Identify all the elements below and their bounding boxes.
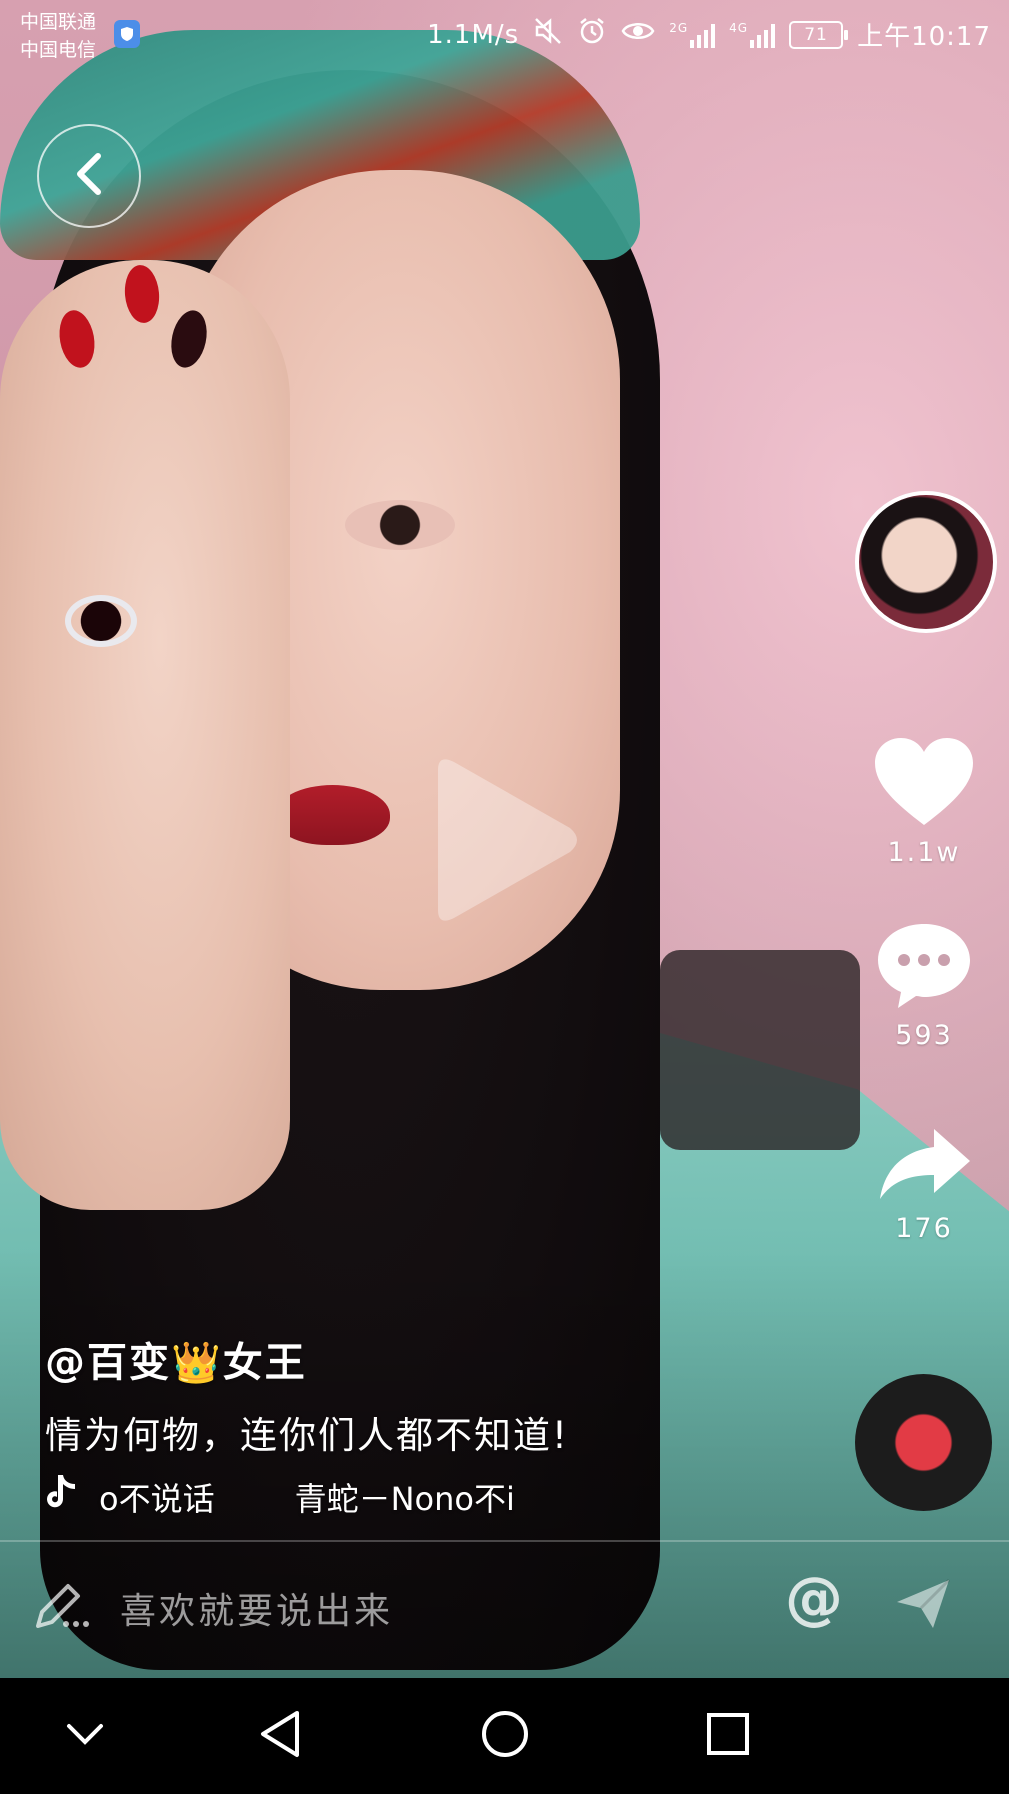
carrier-secondary: 中国电信	[20, 39, 97, 61]
network-type-2: 4G	[729, 20, 749, 35]
send-button[interactable]	[893, 1576, 953, 1636]
author-avatar[interactable]	[855, 491, 997, 633]
video-description: 情为何物，连你们人都不知道!	[45, 1414, 569, 1457]
like-button[interactable]: 1.1w	[862, 735, 986, 868]
back-button[interactable]	[37, 124, 141, 228]
carrier-primary: 中国联通	[20, 11, 97, 33]
shield-icon	[114, 20, 140, 48]
comment-count: 593	[895, 1020, 953, 1051]
net-speed: 1.1M/s	[427, 19, 520, 50]
at-mention-button[interactable]: @	[785, 1564, 843, 1632]
chevron-down-icon	[65, 1722, 105, 1750]
clock: 上午10:17	[857, 22, 991, 52]
send-icon	[893, 1578, 953, 1636]
eye-icon	[621, 18, 655, 51]
nav-hide-button[interactable]	[40, 1678, 130, 1794]
comment-icon	[874, 920, 974, 1016]
triangle-back-icon	[257, 1709, 303, 1763]
at-icon: @	[785, 1564, 843, 1632]
nav-home-button[interactable]	[460, 1678, 550, 1794]
music-disc[interactable]	[855, 1374, 992, 1511]
signal-icon	[690, 22, 716, 48]
nav-recents-button[interactable]	[683, 1678, 773, 1794]
like-count: 1.1w	[887, 837, 961, 868]
video-lips	[275, 785, 390, 845]
share-button[interactable]: 176	[862, 1125, 986, 1244]
circle-home-icon	[480, 1709, 530, 1763]
battery-icon: 71	[789, 20, 849, 49]
pen-icon	[32, 1580, 92, 1636]
signal-group-2: 4G	[729, 20, 776, 48]
system-nav-bar	[0, 1678, 1009, 1794]
play-button[interactable]	[430, 752, 580, 932]
play-icon	[430, 759, 580, 932]
music-info[interactable]: o不说话 青蛇－Nono不i	[45, 1473, 515, 1520]
comment-input[interactable]: 喜欢就要说出来	[120, 1582, 393, 1634]
signal-group-1: 2G	[669, 20, 716, 48]
network-type-1: 2G	[669, 20, 689, 35]
nav-back-button[interactable]	[235, 1678, 325, 1794]
share-count: 176	[895, 1213, 953, 1244]
status-bar: 中国联通 中国电信 1.1M/s 2G 4G 71 上午10:17	[0, 0, 1009, 70]
signal-icon	[750, 22, 776, 48]
music-title-part2: 青蛇－Nono不i	[294, 1479, 515, 1518]
share-icon	[876, 1125, 972, 1209]
heart-icon	[872, 735, 976, 833]
square-recents-icon	[705, 1711, 751, 1761]
author-name[interactable]: @百变👑女王	[45, 1330, 307, 1388]
music-title-part1: o不说话	[99, 1479, 215, 1518]
video-eye	[345, 500, 455, 550]
chevron-left-icon	[72, 151, 106, 201]
carrier-labels: 中国联通 中国电信	[20, 8, 96, 64]
alarm-icon	[577, 16, 607, 53]
battery-level: 71	[804, 24, 828, 45]
video-ring	[65, 595, 137, 647]
status-indicators: 1.1M/s 2G 4G 71 上午10:17	[427, 16, 991, 53]
video-hand	[0, 260, 290, 1210]
comment-button[interactable]: 593	[862, 920, 986, 1051]
mute-icon	[533, 16, 563, 53]
tiktok-note-icon	[45, 1473, 79, 1520]
comment-bar: 喜欢就要说出来 @	[0, 1542, 1009, 1678]
video-chair	[660, 950, 860, 1150]
